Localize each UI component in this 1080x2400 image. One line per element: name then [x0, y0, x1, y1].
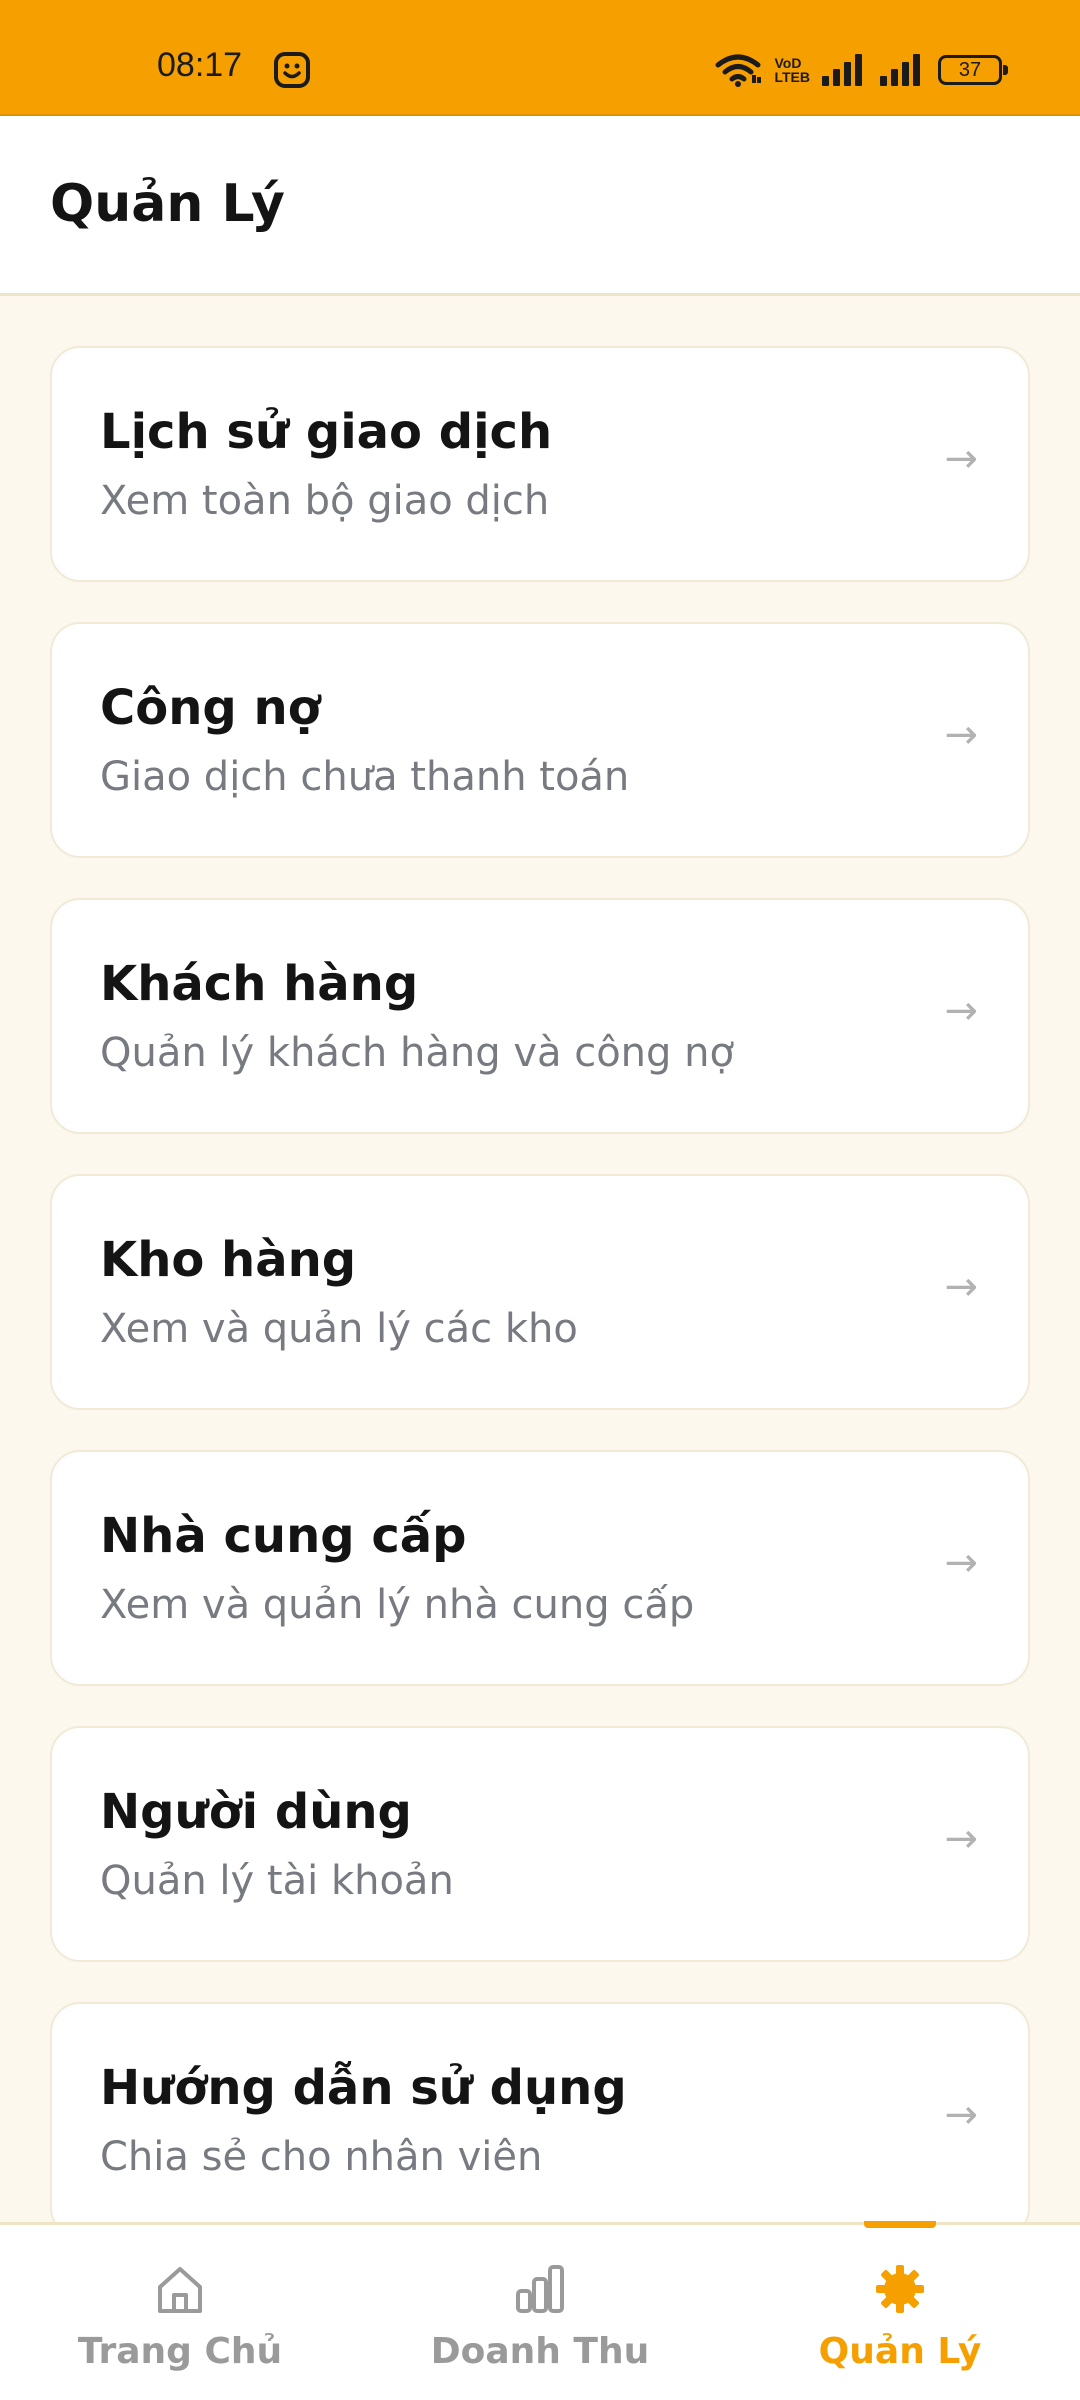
menu-item-users[interactable]: Người dùng Quản lý tài khoản →: [50, 1726, 1030, 1962]
menu-item-subtitle: Quản lý khách hàng và công nợ: [100, 1030, 734, 1076]
battery-level: 37: [958, 58, 982, 81]
bar-chart-icon: [516, 2265, 564, 2313]
menu-item-customers[interactable]: Khách hàng Quản lý khách hàng và công nợ…: [50, 898, 1030, 1134]
menu-item-subtitle: Xem và quản lý các kho: [100, 1306, 578, 1352]
volte-top-label: VoD: [774, 55, 802, 71]
arrow-right-icon: →: [944, 1540, 978, 1586]
management-menu: Lịch sử giao dịch Xem toàn bộ giao dịch …: [50, 346, 1030, 2278]
arrow-right-icon: →: [944, 1816, 978, 1862]
menu-item-title: Người dùng: [100, 1784, 412, 1840]
page-title: Quản Lý: [50, 174, 285, 234]
arrow-right-icon: →: [944, 712, 978, 758]
bottom-navigation: Trang Chủ Doanh Thu Quản Lý: [0, 2221, 1080, 2400]
signal-icon-2: [880, 54, 920, 86]
menu-item-title: Khách hàng: [100, 956, 419, 1012]
menu-item-subtitle: Xem và quản lý nhà cung cấp: [100, 1582, 695, 1628]
menu-item-subtitle: Chia sẻ cho nhân viên: [100, 2134, 543, 2180]
arrow-right-icon: →: [944, 988, 978, 1034]
menu-item-user-guide[interactable]: Hướng dẫn sử dụng Chia sẻ cho nhân viên …: [50, 2002, 1030, 2238]
status-time: 08:17: [157, 46, 243, 84]
menu-item-title: Hướng dẫn sử dụng: [100, 2060, 627, 2116]
signal-icon: [822, 54, 862, 86]
menu-item-suppliers[interactable]: Nhà cung cấp Xem và quản lý nhà cung cấp…: [50, 1450, 1030, 1686]
menu-item-debts[interactable]: Công nợ Giao dịch chưa thanh toán →: [50, 622, 1030, 858]
nav-label-revenue: Doanh Thu: [430, 2331, 650, 2372]
nav-tab-revenue[interactable]: Doanh Thu: [360, 2225, 720, 2400]
home-icon: [158, 2267, 202, 2313]
smiley-icon: [274, 52, 310, 88]
battery-icon: 37: [938, 55, 1008, 85]
menu-item-warehouses[interactable]: Kho hàng Xem và quản lý các kho →: [50, 1174, 1030, 1410]
nav-tab-management[interactable]: Quản Lý: [720, 2221, 1080, 2400]
menu-item-subtitle: Quản lý tài khoản: [100, 1858, 454, 1904]
menu-item-title: Lịch sử giao dịch: [100, 404, 553, 460]
status-icons: VoD LTEB 37: [714, 50, 1008, 90]
nav-tab-home[interactable]: Trang Chủ: [0, 2225, 360, 2400]
nav-label-home: Trang Chủ: [77, 2331, 283, 2372]
wifi-icon: [715, 54, 762, 87]
arrow-right-icon: →: [944, 436, 978, 482]
menu-item-title: Kho hàng: [100, 1232, 357, 1288]
menu-item-transaction-history[interactable]: Lịch sử giao dịch Xem toàn bộ giao dịch …: [50, 346, 1030, 582]
active-tab-indicator: [864, 2221, 936, 2228]
arrow-right-icon: →: [944, 1264, 978, 1310]
gear-icon: [876, 2265, 924, 2313]
status-bar: 08:17 VoD LTEB 37: [0, 0, 1080, 116]
menu-item-subtitle: Giao dịch chưa thanh toán: [100, 754, 630, 800]
menu-item-title: Công nợ: [100, 680, 321, 736]
menu-item-subtitle: Xem toàn bộ giao dịch: [100, 478, 550, 524]
nav-label-management: Quản Lý: [818, 2331, 982, 2372]
arrow-right-icon: →: [944, 2092, 978, 2138]
app-header: Quản Lý: [0, 116, 1080, 296]
menu-item-title: Nhà cung cấp: [100, 1508, 467, 1564]
volte-bottom-label: LTEB: [774, 69, 810, 85]
volte-icon: VoD LTEB: [774, 56, 810, 84]
